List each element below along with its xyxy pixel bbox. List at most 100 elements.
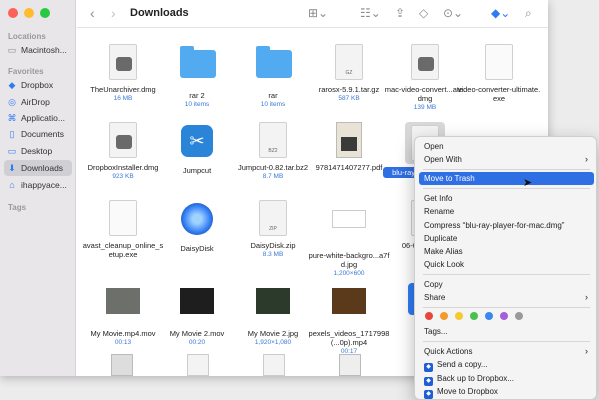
menu-item-quick-actions[interactable]: Quick Actions › bbox=[419, 345, 594, 358]
document-icon bbox=[339, 354, 361, 376]
dropbox-toolbar-icon[interactable]: ◆⌄ bbox=[491, 6, 510, 20]
menu-item-label: Open With bbox=[424, 155, 462, 164]
file-item[interactable]: avast_cleanup_online_setup.exe bbox=[81, 200, 165, 259]
file-name: avast_cleanup_online_setup.exe bbox=[82, 241, 164, 259]
folder-icon bbox=[180, 46, 216, 88]
tag-purple[interactable] bbox=[500, 312, 508, 320]
menu-item-label: Duplicate bbox=[424, 234, 458, 243]
daisydisk-icon bbox=[180, 203, 214, 241]
file-item[interactable]: mac-video-convert...ate.dmg 139 MB bbox=[383, 44, 467, 112]
close-button[interactable] bbox=[8, 8, 18, 18]
view-grid-icon[interactable]: ⊞⌄ bbox=[308, 6, 328, 20]
menu-item-label: Open bbox=[424, 142, 444, 151]
menu-item-open[interactable]: Open bbox=[419, 140, 594, 153]
menu-item-get-info[interactable]: Get Info bbox=[419, 192, 594, 205]
harddisk-icon: ▭ bbox=[7, 44, 17, 55]
file-meta: 00:20 bbox=[188, 339, 206, 346]
file-meta: 1,920×1,080 bbox=[254, 339, 292, 346]
menu-item-label: Move to Dropbox bbox=[437, 387, 498, 396]
applications-icon: ⌘ bbox=[7, 112, 17, 123]
menu-item-move-to-trash[interactable]: Move to Trash bbox=[419, 172, 594, 185]
tag-orange[interactable] bbox=[440, 312, 448, 320]
zoom-button[interactable] bbox=[40, 8, 50, 18]
document-icon bbox=[482, 44, 516, 82]
menu-item-copy[interactable]: Copy bbox=[419, 278, 594, 291]
menu-item-quick-look[interactable]: Quick Look bbox=[419, 258, 594, 271]
menu-item-send-copy[interactable]: ◆ Send a copy... bbox=[419, 358, 594, 372]
file-item[interactable]: pure-white-backgro...a7fd.jpg 1,200×600 bbox=[307, 200, 391, 278]
share-icon[interactable]: ⇪ bbox=[395, 6, 405, 20]
sidebar-item-downloads[interactable]: ⬇ Downloads bbox=[4, 160, 72, 176]
file-name: TheUnarchiver.dmg bbox=[90, 85, 156, 94]
menu-item-compress[interactable]: Compress “blu-ray-player-for-mac.dmg” bbox=[419, 219, 594, 232]
sidebar-item-documents[interactable]: ▯ Documents bbox=[4, 126, 72, 142]
file-item[interactable]: My Movie.mp4.mov 00:13 bbox=[81, 280, 165, 347]
file-item[interactable]: DaisyDisk bbox=[155, 200, 239, 253]
menu-item-rename[interactable]: Rename bbox=[419, 205, 594, 218]
file-item[interactable]: rar 10 items bbox=[231, 44, 315, 109]
minimize-button[interactable] bbox=[24, 8, 34, 18]
file-meta: 139 MB bbox=[413, 104, 437, 111]
tag-red[interactable] bbox=[425, 312, 433, 320]
menu-separator bbox=[423, 169, 590, 170]
file-item[interactable]: 9781471407277.pdf bbox=[307, 122, 391, 172]
downloads-icon: ⬇ bbox=[8, 162, 16, 173]
file-name: pure-white-backgro...a7fd.jpg bbox=[308, 251, 390, 269]
sidebar-item-dropbox[interactable]: ◆ Dropbox bbox=[4, 77, 72, 93]
archive-icon: GZ bbox=[332, 44, 366, 82]
window-title: Downloads bbox=[130, 7, 189, 19]
file-name: DaisyDisk.zip bbox=[250, 241, 296, 250]
file-item[interactable]: ZIP DaisyDisk.zip 8.3 MB bbox=[231, 200, 315, 259]
document-icon bbox=[263, 354, 285, 376]
video-thumbnail-icon bbox=[332, 288, 366, 326]
tag-yellow[interactable] bbox=[455, 312, 463, 320]
tag-icon[interactable]: ◇ bbox=[419, 6, 428, 20]
menu-item-back-up-dropbox[interactable]: ◆ Back up to Dropbox... bbox=[419, 372, 594, 386]
book-cover-icon bbox=[332, 122, 366, 160]
video-thumbnail-icon bbox=[106, 288, 140, 326]
forward-icon[interactable]: › bbox=[111, 6, 116, 20]
sidebar-item-home[interactable]: ⌂ ihappyace... bbox=[4, 177, 72, 193]
file-item[interactable]: My Movie 2.mov 00:20 bbox=[155, 280, 239, 347]
image-thumbnail-icon bbox=[332, 210, 366, 248]
file-meta: 16 MB bbox=[113, 95, 133, 102]
tag-green[interactable] bbox=[470, 312, 478, 320]
menu-item-move-to-dropbox[interactable]: ◆ Move to Dropbox bbox=[419, 385, 594, 399]
menu-item-label: Quick Actions bbox=[424, 347, 473, 356]
sidebar-item-airdrop[interactable]: ◎ AirDrop bbox=[4, 94, 72, 110]
back-icon[interactable]: ‹ bbox=[90, 6, 95, 20]
more-icon[interactable]: ⊙⌄ bbox=[443, 6, 463, 20]
sidebar-item-applications[interactable]: ⌘ Applicatio... bbox=[4, 110, 72, 126]
tag-gray[interactable] bbox=[515, 312, 523, 320]
group-icon[interactable]: ☷⌄ bbox=[360, 6, 381, 20]
menu-item-tags[interactable]: Tags... bbox=[419, 325, 594, 338]
favorites-header: Favorites bbox=[8, 67, 44, 76]
desktop-icon: ▭ bbox=[7, 145, 17, 156]
file-item[interactable]: ✂ Jumpcut bbox=[155, 122, 239, 175]
tag-blue[interactable] bbox=[485, 312, 493, 320]
sidebar-item-macintosh[interactable]: ▭ Macintosh... bbox=[4, 42, 72, 58]
sidebar-item-desktop[interactable]: ▭ Desktop bbox=[4, 143, 72, 159]
file-item[interactable]: GZ rarosx-5.9.1.tar.gz 587 KB bbox=[307, 44, 391, 103]
file-item[interactable]: video-converter-ultimate.exe bbox=[457, 44, 541, 103]
home-icon: ⌂ bbox=[9, 180, 15, 190]
file-item[interactable]: TheUnarchiver.dmg 16 MB bbox=[81, 44, 165, 103]
dropbox-icon: ◆ bbox=[424, 363, 433, 372]
window-controls bbox=[8, 8, 50, 18]
file-item[interactable]: rar 2 10 items bbox=[155, 44, 239, 109]
menu-item-duplicate[interactable]: Duplicate bbox=[419, 232, 594, 245]
archive-icon: ZIP bbox=[256, 200, 290, 238]
file-item[interactable]: pexels_videos_1717998 (...0p).mp4 00:17 bbox=[307, 280, 391, 356]
menu-item-open-with[interactable]: Open With › bbox=[419, 153, 594, 166]
file-item[interactable]: My Movie 2.jpg 1,920×1,080 bbox=[231, 280, 315, 347]
menu-item-label: Move to Trash bbox=[424, 174, 475, 183]
chevron-right-icon: › bbox=[585, 154, 588, 164]
file-item[interactable]: DropboxInstaller.dmg 923 KB bbox=[81, 122, 165, 181]
file-name: DaisyDisk bbox=[180, 244, 214, 253]
file-item[interactable]: BZ2 Jumpcut-0.82.tar.bz2 8.7 MB bbox=[231, 122, 315, 181]
tags-header: Tags bbox=[8, 203, 27, 212]
search-icon[interactable]: ⌕ bbox=[525, 6, 532, 20]
menu-separator bbox=[423, 188, 590, 189]
menu-item-make-alias[interactable]: Make Alias bbox=[419, 245, 594, 258]
menu-item-share[interactable]: Share › bbox=[419, 291, 594, 304]
